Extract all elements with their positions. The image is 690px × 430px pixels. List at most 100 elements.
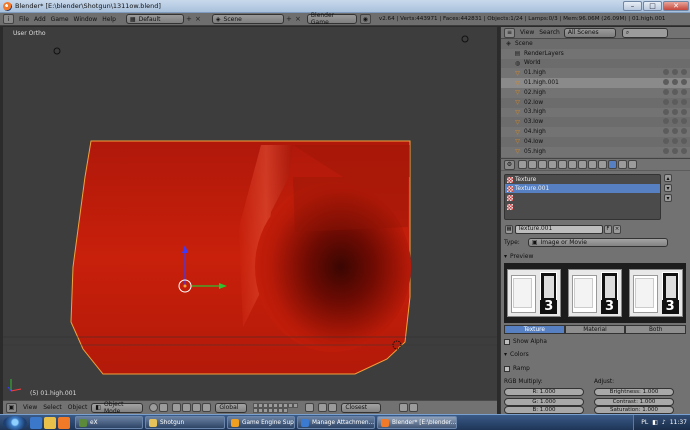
render-camera-icon[interactable]	[681, 137, 687, 144]
eye-icon[interactable]	[663, 79, 669, 86]
eye-icon[interactable]	[663, 118, 669, 125]
colors-panel-header[interactable]: ▾ Colors	[504, 349, 689, 359]
close-button[interactable]: ✕	[663, 1, 689, 11]
outliner-row[interactable]: ◈ Scene	[501, 39, 690, 49]
3d-viewport[interactable]: User Ortho (5) 01.high.001	[3, 27, 497, 400]
outliner-row[interactable]: ▽ 01.high	[501, 68, 690, 79]
volume-icon[interactable]: ♪	[662, 419, 666, 426]
pivot-point-icon[interactable]	[159, 403, 169, 412]
blue-field[interactable]: B: 1.000	[504, 406, 584, 414]
translate-manipulator-icon[interactable]	[182, 403, 192, 412]
select-arrow-icon[interactable]	[672, 98, 678, 105]
tab-constraints-icon[interactable]	[568, 160, 577, 169]
texture-slot-empty[interactable]	[505, 202, 660, 211]
outliner-row[interactable]: ▽ 04.high	[501, 127, 690, 137]
visibility-toggles[interactable]	[663, 69, 687, 76]
menu-select[interactable]: Select	[43, 404, 62, 411]
tab-renderlayers-icon[interactable]	[528, 160, 537, 169]
texture-slot-empty[interactable]	[505, 193, 660, 202]
opengl-render-icon[interactable]	[399, 403, 409, 412]
lamp-gizmo[interactable]	[461, 35, 469, 43]
visibility-toggles[interactable]	[663, 118, 687, 125]
tab-world-icon[interactable]	[548, 160, 557, 169]
menu-file[interactable]: File	[19, 16, 29, 23]
green-field[interactable]: G: 1.000	[504, 397, 584, 406]
move-slot-down-icon[interactable]: ▾	[664, 184, 672, 192]
select-arrow-icon[interactable]	[672, 69, 678, 76]
taskbar-item[interactable]: Manage Attachmen...	[297, 416, 375, 429]
visibility-toggles[interactable]	[663, 98, 687, 105]
move-slot-up-icon[interactable]: ▴	[664, 174, 672, 182]
quicklaunch-ie-icon[interactable]	[30, 416, 42, 429]
quicklaunch-folder-icon[interactable]	[44, 416, 56, 429]
tab-preview-texture[interactable]: Texture	[504, 325, 565, 334]
slot-specials-icon[interactable]: ▾	[664, 194, 672, 202]
select-arrow-icon[interactable]	[672, 137, 678, 144]
show-alpha-checkbox[interactable]	[504, 338, 510, 345]
outliner-menu-search[interactable]: Search	[539, 29, 560, 36]
add-layout-icon[interactable]: +	[185, 14, 193, 24]
tab-material-icon[interactable]	[598, 160, 607, 169]
outliner-display-mode-select[interactable]: All Scenes	[563, 27, 616, 38]
tab-preview-both[interactable]: Both	[625, 325, 687, 334]
tab-render-icon[interactable]	[518, 160, 527, 169]
render-engine-select[interactable]: Blender Game	[306, 12, 357, 26]
taskbar-item[interactable]: eX	[75, 416, 143, 429]
opengl-anim-icon[interactable]	[409, 403, 419, 412]
texture-slot[interactable]: Texture	[505, 175, 660, 184]
properties-editor-type-icon[interactable]: ⚙	[504, 159, 515, 170]
menu-view[interactable]: View	[23, 404, 37, 411]
outliner-row[interactable]: ▽ 03.high	[501, 107, 690, 118]
menu-object[interactable]: Object	[68, 404, 88, 411]
outliner-row[interactable]: ▽ 01.high.001	[501, 78, 690, 88]
viewport-canvas[interactable]	[3, 27, 497, 400]
eye-icon[interactable]	[663, 137, 669, 144]
proportional-edit-icon[interactable]	[318, 403, 328, 412]
outliner-row[interactable]: ◍ World	[501, 59, 690, 69]
view3d-editor-type-icon[interactable]: ▣	[6, 402, 17, 413]
tab-texture-icon[interactable]	[608, 160, 617, 169]
tab-scene-icon[interactable]	[538, 160, 547, 169]
eye-icon[interactable]	[663, 69, 669, 76]
outliner-row[interactable]: ▽ 02.low	[501, 98, 690, 108]
quicklaunch-firefox-icon[interactable]	[58, 416, 70, 429]
render-icon[interactable]: ◉	[359, 14, 371, 24]
eye-icon[interactable]	[663, 128, 669, 135]
info-editor-type-icon[interactable]: i	[3, 14, 14, 24]
outliner-menu-view[interactable]: View	[520, 29, 534, 36]
taskbar-item[interactable]: Shotgun	[145, 416, 225, 429]
scale-manipulator-icon[interactable]	[202, 403, 212, 412]
outliner-row[interactable]: ▽ 03.low	[501, 117, 690, 127]
eye-icon[interactable]	[663, 147, 669, 154]
viewport-shading-icon[interactable]	[149, 403, 159, 412]
texture-name-field[interactable]: Texture.001	[515, 224, 603, 234]
select-arrow-icon[interactable]	[672, 108, 678, 115]
lamp-gizmo[interactable]	[53, 47, 61, 55]
outliner-row[interactable]: ▽ 05.high	[501, 146, 690, 157]
texture-type-select[interactable]: ▣ Image or Movie	[527, 237, 668, 247]
tab-modifiers-icon[interactable]	[578, 160, 587, 169]
delete-layout-icon[interactable]: ×	[194, 14, 202, 24]
clock[interactable]: 11:37	[670, 419, 687, 426]
texture-browse-icon[interactable]: ▦	[505, 224, 513, 234]
select-arrow-icon[interactable]	[672, 79, 678, 86]
render-camera-icon[interactable]	[681, 118, 687, 125]
visibility-toggles[interactable]	[663, 128, 687, 135]
render-camera-icon[interactable]	[681, 88, 687, 95]
visibility-toggles[interactable]	[663, 108, 687, 115]
transform-orientation-select[interactable]: Global	[215, 402, 248, 413]
mode-select[interactable]: ◧ Object Mode	[91, 401, 144, 415]
render-camera-icon[interactable]	[681, 79, 687, 86]
select-arrow-icon[interactable]	[672, 118, 678, 125]
taskbar-item[interactable]: Game Engine Suppo...	[227, 416, 295, 429]
visibility-toggles[interactable]	[663, 88, 687, 95]
visibility-toggles[interactable]	[663, 79, 687, 86]
texture-slot-list[interactable]: Texture Texture.001	[504, 174, 661, 220]
select-arrow-icon[interactable]	[672, 88, 678, 95]
render-camera-icon[interactable]	[681, 98, 687, 105]
layer-buttons[interactable]	[253, 402, 299, 413]
outliner-row[interactable]: ▽ 04.low	[501, 137, 690, 147]
texture-slot-selected[interactable]: Texture.001	[505, 184, 660, 193]
ramp-row[interactable]: Ramp	[504, 364, 689, 373]
tray-language[interactable]: PL	[641, 419, 648, 426]
